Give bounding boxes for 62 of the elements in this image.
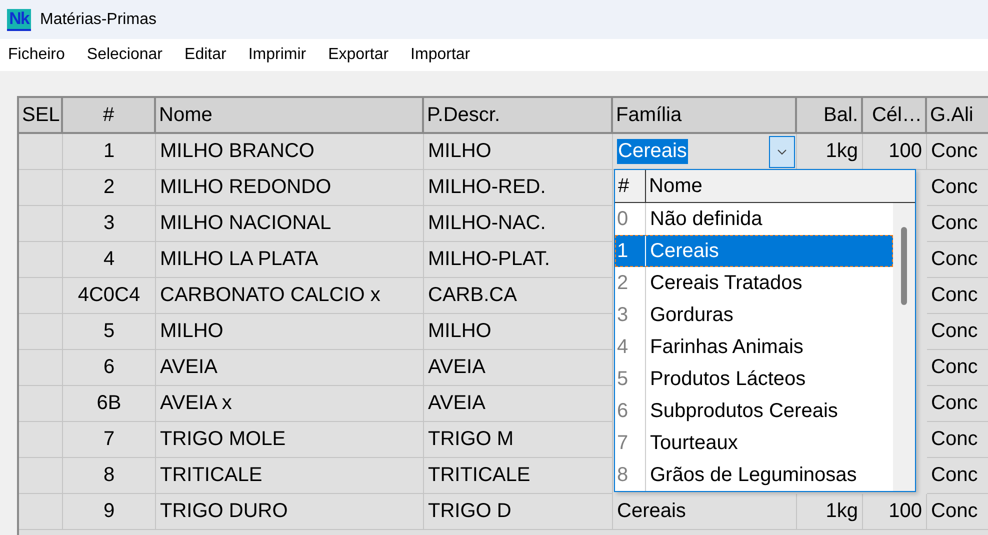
id-cell: 8 xyxy=(63,458,156,494)
list-header: # xyxy=(615,170,646,202)
column-header[interactable]: Cél… xyxy=(863,98,927,134)
description-cell: MILHO xyxy=(424,134,613,170)
id-cell: 2 xyxy=(63,170,156,206)
name-cell: MILHO NACIONAL xyxy=(156,206,424,242)
column-header[interactable]: P.Descr. xyxy=(424,98,613,134)
name-cell: MILHO xyxy=(156,314,424,350)
description-cell: MILHO xyxy=(424,314,613,350)
name-cell: TRIGO DURO xyxy=(156,494,424,530)
name-cell: AVEIA x xyxy=(156,386,424,422)
description-cell: TRIGO M xyxy=(424,422,613,458)
scroll-thumb[interactable] xyxy=(901,227,907,305)
balance-cell: 1kg xyxy=(797,494,863,530)
chevron-down-icon xyxy=(777,148,787,154)
list-item[interactable]: 1 Cereais xyxy=(615,235,893,267)
id-cell: 7 xyxy=(63,422,156,458)
name-cell: MILHO BRANCO xyxy=(156,134,424,170)
name-cell: MILHO LA PLATA xyxy=(156,242,424,278)
name-cell: CARBONATO CALCIO x xyxy=(156,278,424,314)
family-cell: Cereais xyxy=(613,494,797,530)
column-header[interactable]: # xyxy=(63,98,156,134)
description-cell: MILHO-NAC. xyxy=(424,206,613,242)
window-title: Matérias-Primas xyxy=(40,10,156,29)
id-cell: 9 xyxy=(63,494,156,530)
menu-item[interactable]: Exportar xyxy=(320,46,397,64)
list-header: Nome xyxy=(648,174,704,198)
description-cell: MILHO-PLAT. xyxy=(424,242,613,278)
name-cell: TRIGO MOLE xyxy=(156,422,424,458)
menu-item[interactable]: Ficheiro xyxy=(0,46,73,64)
id-cell: 1 xyxy=(63,134,156,170)
id-cell: 6B xyxy=(63,386,156,422)
description-cell: AVEIA xyxy=(424,350,613,386)
column-header[interactable]: Família xyxy=(613,98,797,134)
list-item[interactable]: 8 Grãos de Leguminosas xyxy=(615,459,893,491)
name-cell: TRITICALE xyxy=(156,458,424,494)
menu-item[interactable]: Editar xyxy=(176,46,234,64)
cell-value: 100 xyxy=(863,494,927,530)
id-cell: 5 xyxy=(63,314,156,350)
column-header[interactable]: G.Ali xyxy=(927,98,988,134)
id-cell: 3 xyxy=(63,206,156,242)
column-header[interactable]: SEL xyxy=(19,98,63,134)
id-cell: 4C0C4 xyxy=(63,278,156,314)
name-cell: MILHO REDONDO xyxy=(156,170,424,206)
description-cell: TRITICALE xyxy=(424,458,613,494)
description-cell: AVEIA xyxy=(424,386,613,422)
menu-item[interactable]: Importar xyxy=(402,46,478,64)
column-header[interactable]: Nome xyxy=(156,98,424,134)
menu-item[interactable]: Imprimir xyxy=(240,46,314,64)
selected-text: Cereais xyxy=(617,139,688,164)
description-cell: TRIGO D xyxy=(424,494,613,530)
description-cell: CARB.CA xyxy=(424,278,613,314)
scrollbar[interactable] xyxy=(893,203,915,491)
id-cell: 6 xyxy=(63,350,156,386)
dropdown-button[interactable] xyxy=(769,136,795,168)
description-cell: MILHO-RED. xyxy=(424,170,613,206)
app-logo: Nk xyxy=(7,8,31,31)
column-header[interactable]: Bal. xyxy=(797,98,863,134)
family-combo[interactable]: Cereais xyxy=(613,134,797,170)
name-cell: AVEIA xyxy=(156,350,424,386)
menu-item[interactable]: Selecionar xyxy=(78,46,171,64)
id-cell: 4 xyxy=(63,242,156,278)
